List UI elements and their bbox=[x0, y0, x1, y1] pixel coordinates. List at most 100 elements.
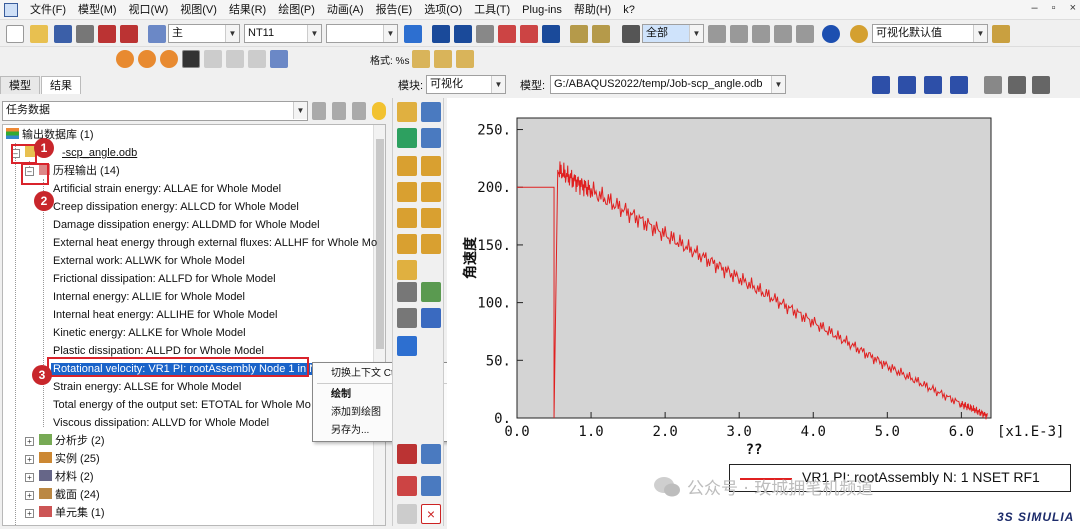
plot-tool-icon[interactable] bbox=[421, 102, 441, 122]
filter-icon[interactable] bbox=[312, 102, 326, 120]
open-folder-icon[interactable] bbox=[30, 25, 48, 43]
cube-side-icon[interactable] bbox=[434, 50, 452, 68]
save-icon[interactable] bbox=[54, 25, 72, 43]
cycle-views-icon[interactable] bbox=[542, 25, 560, 43]
menu-plugins[interactable]: Plug-ins bbox=[516, 0, 568, 20]
menu-add-to-plot[interactable]: 添加到绘图 bbox=[331, 405, 381, 421]
select-poly-icon[interactable] bbox=[774, 25, 792, 43]
report-icon[interactable] bbox=[421, 444, 441, 464]
component-combo[interactable]: ▼ bbox=[326, 24, 398, 43]
tree-item[interactable]: Strain energy: ALLSE for Whole Model bbox=[53, 379, 241, 396]
camera2-icon[interactable] bbox=[1032, 76, 1050, 94]
tree-item[interactable]: Total energy of the output set: ETOTAL f… bbox=[53, 397, 311, 414]
legend-tool-icon[interactable] bbox=[397, 128, 417, 148]
table-icon[interactable] bbox=[270, 50, 288, 68]
first-frame-icon[interactable] bbox=[872, 76, 890, 94]
export-icon[interactable] bbox=[98, 25, 116, 43]
undo-icon[interactable] bbox=[204, 50, 222, 68]
whats-this-icon[interactable]: k? bbox=[617, 0, 641, 20]
select-circle-icon[interactable] bbox=[796, 25, 814, 43]
camera-icon[interactable] bbox=[1008, 76, 1026, 94]
movie-icon[interactable] bbox=[397, 282, 417, 302]
menu-view[interactable]: 视图(V) bbox=[174, 0, 223, 20]
tree-item[interactable]: Damage dissipation energy: ALLDMD for Wh… bbox=[53, 217, 320, 234]
probe-icon[interactable] bbox=[421, 234, 441, 254]
emphasize-icon[interactable] bbox=[397, 476, 417, 496]
close-button[interactable]: × bbox=[1070, 2, 1076, 14]
import-icon[interactable] bbox=[120, 25, 138, 43]
new-file-icon[interactable] bbox=[6, 25, 24, 43]
task-data-combo[interactable]: 任务数据 ▼ bbox=[2, 101, 308, 121]
cancel-icon[interactable]: × bbox=[421, 504, 441, 524]
xy-data-icon[interactable] bbox=[148, 25, 166, 43]
model-combo[interactable]: G:/ABAQUS2022/temp/Job-scp_angle.odb ▼ bbox=[550, 75, 786, 94]
expand-element-sets-toggle[interactable]: + bbox=[25, 509, 34, 518]
cube-iso-icon[interactable] bbox=[456, 50, 474, 68]
pan-icon[interactable] bbox=[432, 25, 450, 43]
tree-item[interactable]: External work: ALLWK for Whole Model bbox=[53, 253, 245, 270]
options-icon[interactable] bbox=[397, 308, 417, 328]
menu-animate[interactable]: 动画(A) bbox=[321, 0, 370, 20]
contour-tool-icon[interactable] bbox=[397, 156, 417, 176]
module-combo[interactable]: 可视化 ▼ bbox=[426, 75, 506, 94]
menu-model[interactable]: 模型(M) bbox=[72, 0, 123, 20]
redo-icon[interactable] bbox=[226, 50, 244, 68]
menu-result[interactable]: 结果(R) bbox=[223, 0, 272, 20]
menu-report[interactable]: 报告(E) bbox=[370, 0, 419, 20]
tree-item[interactable]: Viscous dissipation: ALLVD for Whole Mod… bbox=[53, 415, 269, 432]
chart-options-icon[interactable] bbox=[421, 282, 441, 302]
step-combo[interactable]: 主 ▼ bbox=[168, 24, 240, 43]
palette-icon[interactable] bbox=[850, 25, 868, 43]
menu-file[interactable]: 文件(F) bbox=[24, 0, 72, 20]
collapse-icon[interactable] bbox=[332, 102, 346, 120]
rotate-icon[interactable] bbox=[454, 25, 472, 43]
material-tool-icon[interactable] bbox=[421, 182, 441, 202]
tree-element-sets[interactable]: 单元集 (1) bbox=[39, 505, 105, 522]
info-icon[interactable] bbox=[822, 25, 840, 43]
tree-item[interactable]: Internal energy: ALLIE for Whole Model bbox=[53, 289, 245, 306]
render-style-combo[interactable]: 可视化默认值 ▼ bbox=[872, 24, 988, 43]
tree-item[interactable]: Kinetic energy: ALLKE for Whole Model bbox=[53, 325, 246, 342]
plot-chart-icon[interactable] bbox=[397, 444, 417, 464]
tree-item[interactable]: Frictional dissipation: ALLFD for Whole … bbox=[53, 271, 276, 288]
tree-instances[interactable]: 实例 (25) bbox=[39, 451, 100, 468]
menu-viewport[interactable]: 视口(W) bbox=[123, 0, 175, 20]
prev-frame-icon[interactable] bbox=[898, 76, 916, 94]
select-filter-icon[interactable] bbox=[708, 25, 726, 43]
menu-plot[interactable]: 绘图(P) bbox=[272, 0, 321, 20]
tree-item[interactable]: Creep dissipation energy: ALLCD for Whol… bbox=[53, 199, 299, 216]
restore-button[interactable]: ▫ bbox=[1052, 2, 1056, 14]
path-tool-icon[interactable] bbox=[397, 208, 417, 228]
tree-scroll-thumb[interactable] bbox=[376, 139, 384, 349]
box-zoom-icon[interactable] bbox=[498, 25, 516, 43]
expand-materials-toggle[interactable]: + bbox=[25, 473, 34, 482]
tree-item[interactable]: Artificial strain energy: ALLAE for Whol… bbox=[53, 181, 281, 198]
auto-fit-icon[interactable] bbox=[520, 25, 538, 43]
measure-icon[interactable] bbox=[592, 25, 610, 43]
menu-options[interactable]: 选项(O) bbox=[418, 0, 468, 20]
viewport[interactable]: 0. 50. 100. 150. 200. 250. 0.0 1.0 2.0 3.0 4.0 5.0 6… bbox=[447, 98, 1080, 529]
tree-item[interactable]: External heat energy through external fl… bbox=[53, 235, 377, 252]
arrow-back-icon[interactable] bbox=[397, 504, 417, 524]
expand-icon[interactable] bbox=[352, 102, 366, 120]
tree-scrollbar[interactable] bbox=[373, 125, 385, 525]
view-cut-icon[interactable] bbox=[397, 234, 417, 254]
last-frame-icon[interactable] bbox=[950, 76, 968, 94]
next-frame-icon[interactable] bbox=[924, 76, 942, 94]
tree-sections[interactable]: 截面 (24) bbox=[39, 487, 100, 504]
render-cube-icon[interactable] bbox=[992, 25, 1010, 43]
select-pick-icon[interactable] bbox=[730, 25, 748, 43]
minimize-button[interactable]: – bbox=[1032, 2, 1038, 14]
selection-combo[interactable]: 全部 ▼ bbox=[642, 24, 704, 43]
node-tool-icon[interactable] bbox=[397, 336, 417, 356]
circle-tool-icon[interactable] bbox=[116, 50, 134, 68]
list-icon[interactable] bbox=[421, 308, 441, 328]
symbol-tool-icon[interactable] bbox=[397, 182, 417, 202]
menu-tools[interactable]: 工具(T) bbox=[468, 0, 516, 20]
pointer-tool-icon[interactable] bbox=[182, 50, 200, 68]
circle-tool3-icon[interactable] bbox=[160, 50, 178, 68]
tree-steps[interactable]: 分析步 (2) bbox=[39, 433, 105, 450]
animate-icon[interactable] bbox=[397, 260, 417, 280]
cut-tool-icon[interactable] bbox=[421, 208, 441, 228]
hint-bulb-icon[interactable] bbox=[372, 102, 386, 120]
